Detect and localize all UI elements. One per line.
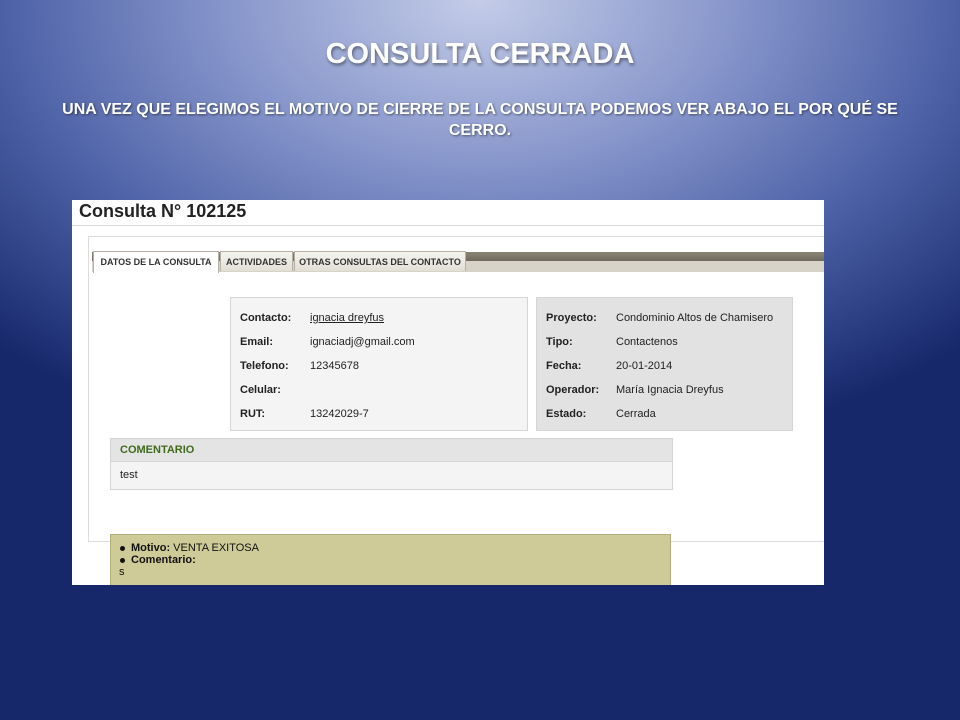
tipo-label: Tipo: [546, 336, 573, 348]
tab-actividades[interactable]: ACTIVIDADES [220, 251, 293, 271]
estado-label: Estado: [546, 408, 587, 420]
email-label: Email: [240, 336, 274, 348]
fecha-label: Fecha: [546, 360, 582, 372]
operador-label: Operador: [546, 384, 600, 396]
contacto-label: Contacto: [240, 312, 292, 324]
tab-datos-de-la-consulta[interactable]: DATOS DE LA CONSULTA [93, 251, 219, 273]
comentario-box: COMENTARIO test [110, 438, 673, 490]
motivo-label: Motivo: [131, 542, 171, 554]
motivo-line: Motivo: VENTA EXITOSA [119, 542, 670, 554]
consulta-title: Consulta N° 102125 [79, 201, 247, 221]
estado-value: Cerrada [616, 408, 656, 420]
telefono-label: Telefono: [240, 360, 289, 372]
motivo-value: VENTA EXITOSA [173, 542, 259, 554]
comentario-text: test [120, 469, 138, 481]
telefono-value: 12345678 [310, 360, 359, 372]
cierre-comentario-value: s [119, 566, 125, 578]
tipo-value: Contactenos [616, 336, 678, 348]
tab-otras-consultas[interactable]: OTRAS CONSULTAS DEL CONTACTO [294, 251, 466, 271]
proyecto-label: Proyecto: [546, 312, 597, 324]
header-divider [72, 225, 824, 226]
slide-title: CONSULTA CERRADA [325, 38, 635, 70]
contact-info-box: Contacto: ignacia dreyfus Email: ignacia… [230, 297, 528, 431]
cierre-comentario-line: Comentario: [119, 554, 670, 566]
proyecto-value: Condominio Altos de Chamisero [616, 312, 774, 324]
project-info-box: Proyecto: Condominio Altos de Chamisero … [536, 297, 793, 431]
cierre-box: Motivo: VENTA EXITOSA Comentario: s [110, 534, 671, 585]
rut-value: 13242029-7 [310, 408, 369, 420]
email-value: ignaciadj@gmail.com [310, 336, 415, 348]
rut-label: RUT: [240, 408, 266, 420]
contacto-link[interactable]: ignacia dreyfus [310, 312, 384, 324]
slide-subtitle: UNA VEZ QUE ELEGIMOS EL MOTIVO DE CIERRE… [62, 101, 898, 139]
comentario-header: COMENTARIO [111, 439, 672, 462]
consulta-screenshot: Consulta N° 102125 DATOS DE LA CONSULTA … [72, 200, 824, 585]
cierre-comentario-label: Comentario: [131, 554, 196, 566]
operador-value: María Ignacia Dreyfus [616, 384, 724, 396]
celular-label: Celular: [240, 384, 281, 396]
fecha-value: 20-01-2014 [616, 360, 673, 372]
